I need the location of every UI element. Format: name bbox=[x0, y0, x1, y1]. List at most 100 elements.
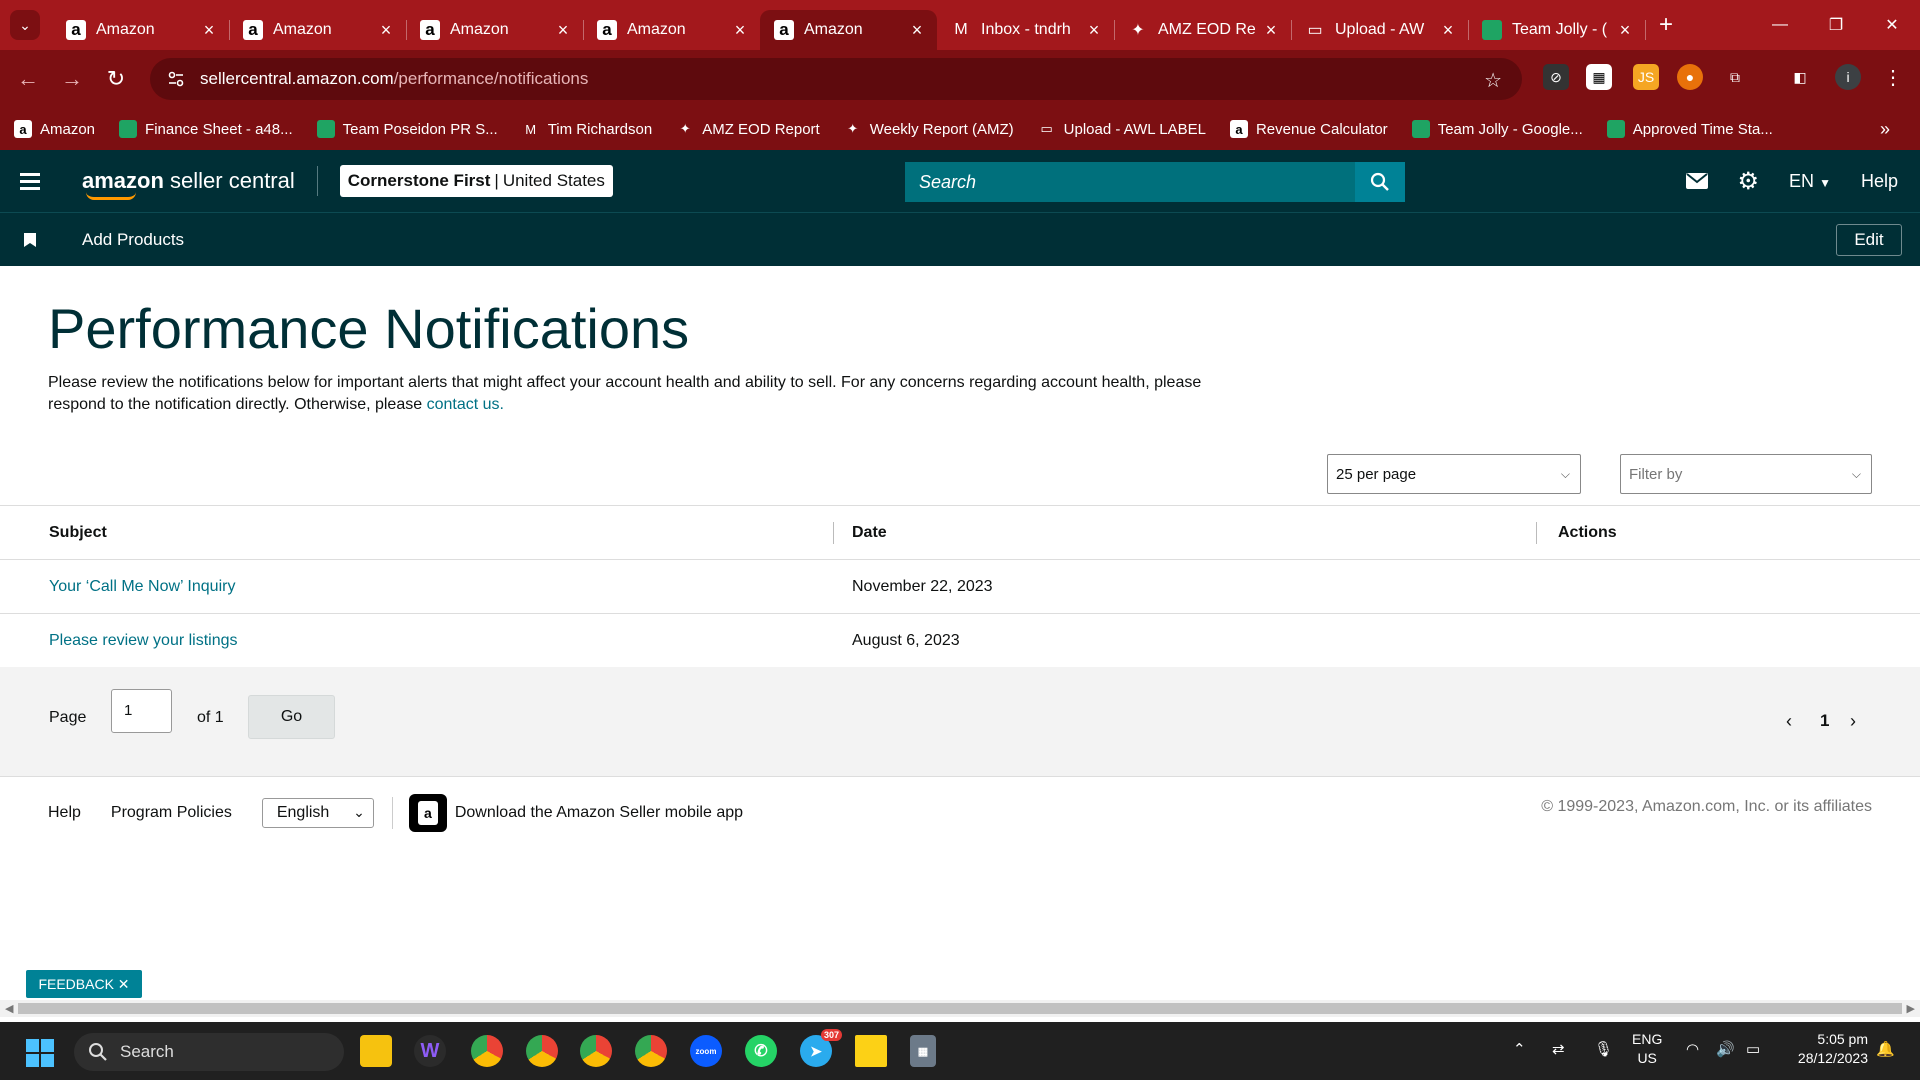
footer-help-link[interactable]: Help bbox=[48, 804, 81, 822]
bookmark-item[interactable]: ✦ Weekly Report (AMZ) bbox=[844, 120, 1013, 138]
close-tab-icon[interactable]: × bbox=[1438, 20, 1458, 41]
browser-tab[interactable]: Team Jolly - (× bbox=[1468, 10, 1646, 50]
settings-gear-icon[interactable]: ⚙ bbox=[1738, 167, 1760, 196]
zoom-icon[interactable]: zoom bbox=[690, 1035, 722, 1067]
show-hidden-icons[interactable]: ⌃ bbox=[1513, 1040, 1526, 1058]
chrome-icon[interactable] bbox=[526, 1035, 558, 1067]
bookmark-item[interactable]: Team Jolly - Google... bbox=[1411, 120, 1583, 138]
footer-language-select[interactable]: English ⌄ bbox=[261, 798, 374, 828]
scrollbar-thumb[interactable] bbox=[18, 1003, 1902, 1014]
extensions-puzzle-icon[interactable]: ⧉ bbox=[1722, 64, 1748, 90]
close-tab-icon[interactable]: × bbox=[1084, 20, 1104, 41]
reload-button[interactable]: ↻ bbox=[94, 66, 138, 92]
new-tab-button[interactable]: + bbox=[1659, 11, 1673, 39]
bookmark-item[interactable]: M Tim Richardson bbox=[522, 120, 652, 138]
w-app-icon[interactable]: W bbox=[414, 1035, 446, 1067]
notification-subject-link[interactable]: Your ‘Call Me Now’ Inquiry bbox=[49, 578, 235, 595]
language-selector[interactable]: EN ▼ bbox=[1789, 171, 1831, 192]
column-header-subject[interactable]: Subject bbox=[0, 524, 833, 542]
extension-off-icon[interactable]: ⊘ bbox=[1543, 64, 1569, 90]
network-transfer-icon[interactable]: ⇄ bbox=[1552, 1040, 1565, 1058]
file-explorer-icon[interactable] bbox=[360, 1035, 392, 1067]
browser-tab[interactable]: a Amazon × bbox=[760, 10, 937, 50]
hamburger-menu-icon[interactable] bbox=[0, 150, 60, 212]
edit-shortcuts-button[interactable]: Edit bbox=[1836, 224, 1902, 256]
address-bar[interactable]: sellercentral.amazon.com/performance/not… bbox=[150, 58, 1522, 100]
bookmark-item[interactable]: Approved Time Sta... bbox=[1606, 120, 1773, 138]
browser-tab[interactable]: a Amazon × bbox=[52, 10, 230, 50]
side-panel-icon[interactable]: ◧ bbox=[1787, 64, 1813, 90]
browser-tab[interactable]: a Amazon × bbox=[583, 10, 761, 50]
scroll-left-icon[interactable]: ◀ bbox=[5, 1002, 13, 1015]
current-page-number[interactable]: 1 bbox=[1820, 711, 1829, 731]
sticky-notes-icon[interactable] bbox=[855, 1035, 887, 1067]
seller-central-logo[interactable]: amazon seller central bbox=[82, 168, 295, 200]
download-app-link[interactable]: Download the Amazon Seller mobile app bbox=[455, 804, 743, 822]
chrome-icon[interactable] bbox=[635, 1035, 667, 1067]
browser-tab[interactable]: ✦ AMZ EOD Re × bbox=[1114, 10, 1292, 50]
mail-icon[interactable] bbox=[1685, 173, 1708, 189]
program-policies-link[interactable]: Program Policies bbox=[111, 804, 232, 822]
chrome-menu-icon[interactable]: ⋮ bbox=[1880, 64, 1906, 90]
search-button[interactable] bbox=[1355, 162, 1405, 202]
bookmark-item[interactable]: Team Poseidon PR S... bbox=[316, 120, 498, 138]
close-window-button[interactable]: ✕ bbox=[1864, 0, 1920, 50]
notifications-bell-icon[interactable]: 🔔 bbox=[1876, 1040, 1895, 1058]
bookmark-item[interactable]: a Amazon bbox=[14, 120, 95, 138]
close-tab-icon[interactable]: × bbox=[730, 20, 750, 41]
taskbar-clock[interactable]: 5:05 pm 28/12/2023 bbox=[1798, 1030, 1868, 1068]
close-tab-icon[interactable]: × bbox=[1261, 20, 1281, 41]
chrome-icon[interactable] bbox=[580, 1035, 612, 1067]
page-number-input[interactable]: 1 bbox=[111, 689, 172, 733]
close-tab-icon[interactable]: × bbox=[1615, 20, 1635, 41]
browser-tab[interactable]: a Amazon × bbox=[229, 10, 407, 50]
restore-button[interactable]: ❐ bbox=[1808, 0, 1864, 50]
input-language[interactable]: ENG US bbox=[1632, 1030, 1662, 1068]
calculator-icon[interactable]: ▦ bbox=[910, 1035, 936, 1067]
per-page-select[interactable]: 25 per page ⌵ bbox=[1327, 454, 1581, 494]
forward-button[interactable]: → bbox=[50, 66, 94, 92]
close-tab-icon[interactable]: × bbox=[199, 20, 219, 41]
column-header-date[interactable]: Date bbox=[833, 521, 1536, 544]
profile-avatar[interactable]: i bbox=[1835, 64, 1861, 90]
store-switcher[interactable]: Cornerstone First | United States bbox=[339, 165, 613, 197]
battery-icon[interactable]: ▭ bbox=[1746, 1040, 1760, 1058]
js-extension-icon[interactable]: JS bbox=[1633, 64, 1659, 90]
bookmark-item[interactable]: Finance Sheet - a48... bbox=[119, 120, 293, 138]
telegram-icon[interactable]: ➤ 307 bbox=[800, 1029, 842, 1067]
help-link[interactable]: Help bbox=[1861, 171, 1898, 192]
back-button[interactable]: ← bbox=[6, 66, 50, 92]
filter-select[interactable]: Filter by ⌵ bbox=[1620, 454, 1872, 494]
volume-icon[interactable]: 🔊 bbox=[1716, 1040, 1735, 1058]
bookmark-item[interactable]: ✦ AMZ EOD Report bbox=[676, 120, 820, 138]
amazon-seller-app-icon[interactable]: a bbox=[408, 794, 447, 832]
notification-subject-link[interactable]: Please review your listings bbox=[49, 632, 238, 649]
add-products-link[interactable]: Add Products bbox=[82, 230, 184, 250]
minimize-button[interactable]: — bbox=[1752, 0, 1808, 50]
qr-code-icon[interactable]: ▦ bbox=[1586, 64, 1612, 90]
bookmark-item[interactable]: a Revenue Calculator bbox=[1229, 120, 1388, 138]
bookmark-star-icon[interactable]: ☆ bbox=[1484, 68, 1502, 93]
taskbar-search[interactable]: Search bbox=[74, 1033, 344, 1071]
extension-circle-icon[interactable]: ● bbox=[1677, 64, 1703, 90]
site-info-icon[interactable] bbox=[166, 69, 186, 89]
whatsapp-icon[interactable]: ✆ bbox=[745, 1035, 777, 1067]
close-tab-icon[interactable]: × bbox=[376, 20, 396, 41]
microphone-icon[interactable]: 🎙 bbox=[1594, 1040, 1613, 1058]
scroll-right-icon[interactable]: ▶ bbox=[1907, 1002, 1915, 1015]
chrome-icon[interactable] bbox=[471, 1035, 503, 1067]
windows-start-icon[interactable] bbox=[26, 1039, 54, 1067]
bookmark-item[interactable]: ▭ Upload - AWL LABEL bbox=[1038, 120, 1205, 138]
contact-us-link[interactable]: contact us. bbox=[427, 396, 504, 413]
wifi-icon[interactable]: ◠ bbox=[1686, 1040, 1699, 1058]
browser-tab[interactable]: ▭ Upload - AW × bbox=[1291, 10, 1469, 50]
horizontal-scrollbar[interactable]: ◀ ▶ bbox=[0, 1000, 1920, 1017]
close-tab-icon[interactable]: × bbox=[553, 20, 573, 41]
browser-tab[interactable]: a Amazon × bbox=[406, 10, 584, 50]
close-tab-icon[interactable]: × bbox=[907, 20, 927, 41]
feedback-button[interactable]: FEEDBACK ✕ bbox=[26, 970, 142, 998]
previous-page-icon[interactable]: ‹ bbox=[1786, 711, 1792, 732]
browser-tab[interactable]: M Inbox - tndrh × bbox=[937, 10, 1115, 50]
go-button[interactable]: Go bbox=[248, 695, 335, 739]
bookmark-icon[interactable] bbox=[24, 232, 36, 247]
